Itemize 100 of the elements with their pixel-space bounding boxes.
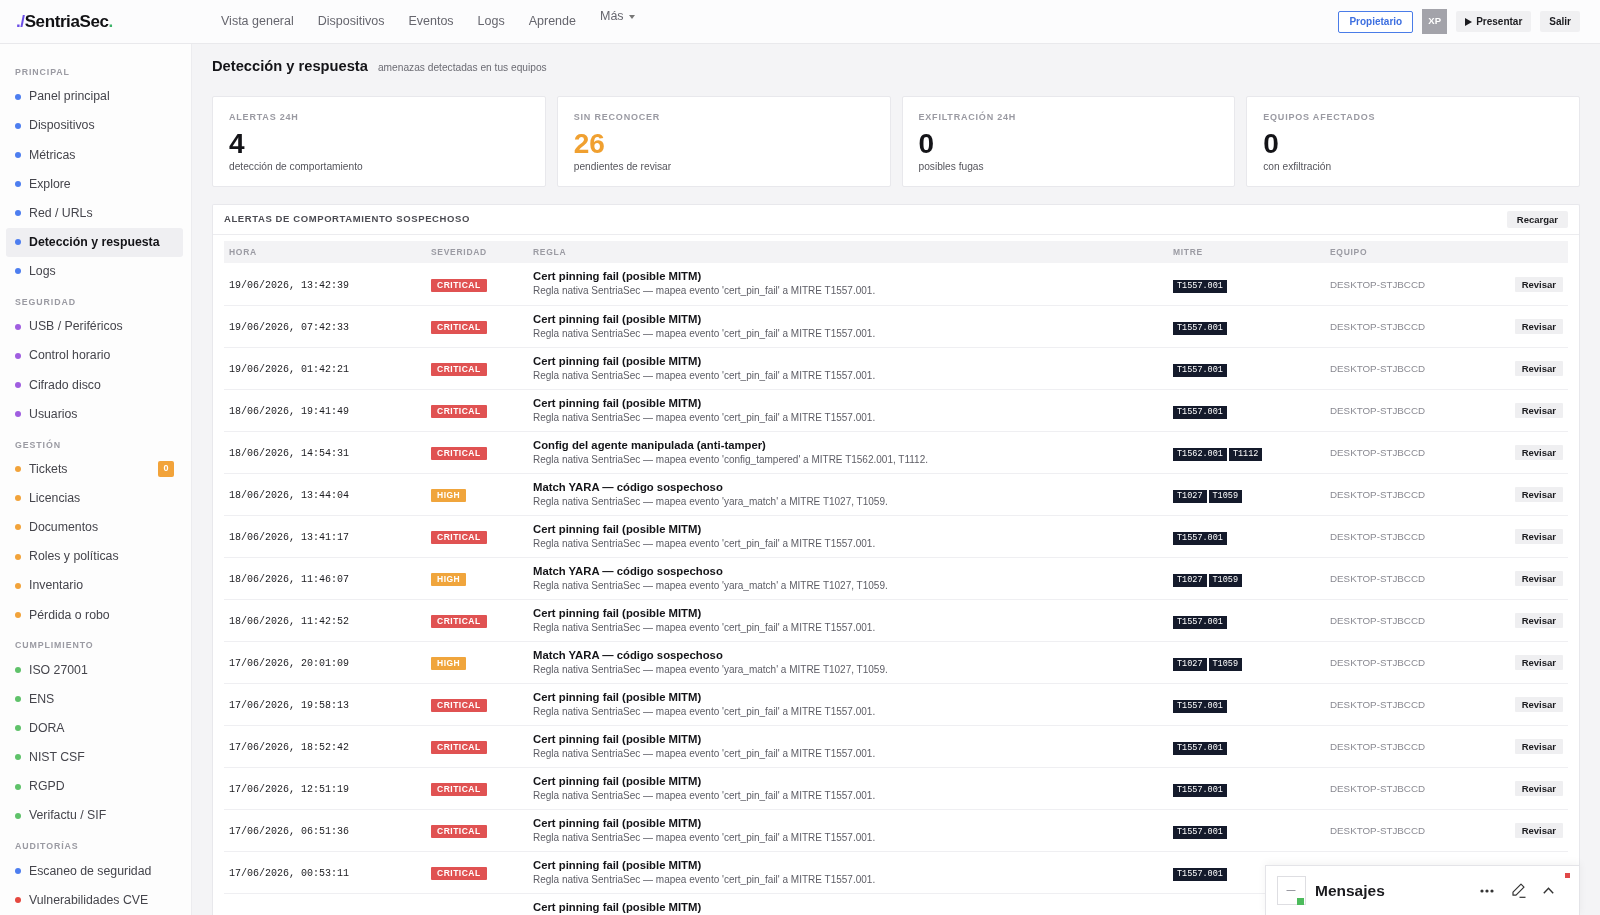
column-header: MITRE	[1173, 246, 1203, 257]
nav-link[interactable]: Dispositivos	[317, 12, 385, 31]
rule-description: Regla nativa SentriaSec — mapea evento 'yara_match' a MITRE T1027, T1059.	[533, 578, 889, 593]
device-name: DESKTOP-STJBCCD	[1330, 783, 1426, 794]
nav-link[interactable]: Vista general	[221, 12, 294, 31]
role-button[interactable]: Propietario	[1338, 10, 1414, 33]
mitre-tag: T1112	[1228, 448, 1263, 461]
sidebar-item[interactable]: Documentos	[6, 512, 183, 542]
rule-title: Cert pinning fail (posible MITM)	[533, 689, 703, 705]
sidebar-item[interactable]: Red / URLs	[6, 198, 183, 228]
logout-button[interactable]: Salir	[1540, 11, 1580, 32]
sidebar-item[interactable]: Control horario	[6, 341, 183, 371]
stat-label: SIN RECONOCER	[573, 112, 662, 122]
section-heading: AUDITORÍAS	[14, 840, 80, 854]
severity-badge: CRITICAL	[431, 531, 487, 544]
column-header: REGLA	[533, 246, 567, 257]
review-button[interactable]: Revisar	[1514, 739, 1563, 755]
review-button[interactable]: Revisar	[1514, 613, 1563, 629]
chevron-up-icon[interactable]	[1543, 887, 1554, 894]
sidebar-item[interactable]: Dispositivos	[6, 111, 183, 141]
rule-description: Regla nativa SentriaSec — mapea evento 'cert_pin_fail' a MITRE T1557.001.	[533, 536, 877, 551]
sidebar-item[interactable]: Licencias	[6, 483, 183, 513]
sidebar-item[interactable]: Cifrado disco	[6, 370, 183, 400]
rule-title: Match YARA — código sospechoso	[533, 563, 724, 579]
nav-link[interactable]: Eventos	[408, 12, 454, 31]
timestamp: 18/06/2026, 13:41:17	[229, 532, 350, 543]
sidebar-item[interactable]: Explore	[6, 169, 183, 199]
device-name: DESKTOP-STJBCCD	[1330, 699, 1426, 710]
stat-caption: posibles fugas	[918, 160, 985, 173]
rule-description: Regla nativa SentriaSec — mapea evento 'yara_match' a MITRE T1027, T1059.	[533, 494, 889, 509]
sidebar-item[interactable]: Métricas	[6, 140, 183, 170]
stat-label: EQUIPOS AFECTADOS	[1263, 112, 1377, 122]
review-button[interactable]: Revisar	[1514, 319, 1563, 335]
sidebar-item[interactable]: Panel principal	[6, 82, 183, 112]
timestamp: 17/06/2026, 20:01:09	[229, 658, 350, 669]
severity-badge: CRITICAL	[431, 363, 487, 376]
rule-title: Match YARA — código sospechoso	[533, 479, 724, 495]
sidebar-item[interactable]: Detección y respuesta	[6, 227, 183, 257]
timestamp: 17/06/2026, 06:51:36	[229, 826, 350, 837]
section-heading: CUMPLIMIENTO	[14, 639, 95, 653]
sidebar-item[interactable]: Inventario	[6, 571, 183, 601]
sidebar-item[interactable]: Roles y políticas	[6, 541, 183, 572]
sidebar-item[interactable]: Verifactu / SIF	[6, 801, 183, 831]
device-name: DESKTOP-STJBCCD	[1330, 531, 1426, 542]
panel-title: ALERTAS DE COMPORTAMIENTO SOSPECHOSO	[224, 212, 470, 227]
sidebar-item[interactable]: Usuarios	[6, 399, 183, 429]
timestamp: 19/06/2026, 13:42:39	[229, 279, 350, 291]
rule-title: Cert pinning fail (posible MITM)	[533, 269, 703, 284]
sidebar-item[interactable]: Vulnerabilidades CVE	[6, 885, 183, 915]
timestamp: 17/06/2026, 12:51:19	[229, 784, 350, 795]
review-button[interactable]: Revisar	[1514, 655, 1563, 671]
nav-link[interactable]: Logs	[477, 12, 505, 31]
review-button[interactable]: Revisar	[1514, 571, 1563, 587]
stat-value: 0	[918, 129, 936, 159]
review-button[interactable]: Revisar	[1514, 529, 1563, 545]
nav-link[interactable]: Aprende	[528, 12, 576, 31]
reload-button[interactable]: Recargar	[1506, 211, 1568, 228]
more-icon[interactable]	[1480, 888, 1494, 893]
rule-title: Cert pinning fail (posible MITM)	[533, 395, 703, 411]
sidebar-item[interactable]: NIST CSF	[6, 742, 183, 772]
review-button[interactable]: Revisar	[1514, 361, 1563, 377]
sidebar-item[interactable]: RGPD	[6, 771, 183, 802]
rule-description: Regla nativa SentriaSec — mapea evento 'yara_match' a MITRE T1027, T1059.	[533, 662, 889, 677]
review-button[interactable]: Revisar	[1514, 781, 1563, 797]
sidebar-item[interactable]: Pérdida o robo	[6, 600, 183, 630]
mitre-tag: T1557.001	[1173, 532, 1227, 545]
review-button[interactable]: Revisar	[1514, 487, 1563, 503]
sidebar-item[interactable]: ENS	[6, 684, 183, 714]
messages-title: Mensajes	[1315, 880, 1385, 901]
review-button[interactable]: Revisar	[1514, 277, 1563, 292]
timestamp: 19/06/2026, 01:42:21	[229, 364, 350, 375]
severity-badge: CRITICAL	[431, 405, 487, 418]
severity-badge: HIGH	[431, 573, 467, 586]
sidebar-item[interactable]: DORA	[6, 713, 183, 743]
review-button[interactable]: Revisar	[1514, 697, 1563, 713]
present-button[interactable]: Presentar	[1456, 11, 1532, 32]
timestamp: 18/06/2026, 11:42:52	[229, 616, 350, 627]
review-button[interactable]: Revisar	[1514, 823, 1563, 839]
sidebar-item[interactable]: Logs	[6, 256, 183, 286]
sidebar-item[interactable]: Escaneo de seguridad	[6, 856, 183, 886]
nav-link[interactable]: Más	[600, 7, 635, 26]
rule-title: Cert pinning fail (posible MITM)	[533, 311, 703, 327]
mitre-tag: T1557.001	[1173, 700, 1227, 713]
stat-label: ALERTAS 24H	[229, 112, 300, 122]
page-subtitle: amenazas detectadas en tus equipos	[377, 61, 547, 75]
mitre-tag: T1562.001	[1173, 448, 1227, 461]
review-button[interactable]: Revisar	[1514, 445, 1563, 461]
rule-title: Cert pinning fail (posible MITM)	[533, 521, 703, 537]
sidebar-item[interactable]: USB / Periféricos	[6, 312, 183, 342]
rule-description: Regla nativa SentriaSec — mapea evento 'cert_pin_fail' a MITRE T1557.001.	[533, 326, 877, 341]
logo[interactable]: ./SentriaSec.	[16, 8, 113, 35]
severity-badge: CRITICAL	[431, 321, 487, 334]
rule-description: Regla nativa SentriaSec — mapea evento 'cert_pin_fail' a MITRE T1557.001.	[533, 704, 877, 719]
sidebar-item[interactable]: ISO 27001	[6, 655, 183, 685]
rule-title: Cert pinning fail (posible MITM)	[533, 773, 703, 789]
sidebar-item[interactable]: Tickets 0	[6, 454, 183, 484]
review-button[interactable]: Revisar	[1514, 403, 1563, 419]
rule-title: Cert pinning fail (posible MITM)	[533, 815, 703, 831]
mitre-tag: T1027	[1173, 490, 1207, 503]
edit-icon[interactable]	[1511, 883, 1526, 898]
